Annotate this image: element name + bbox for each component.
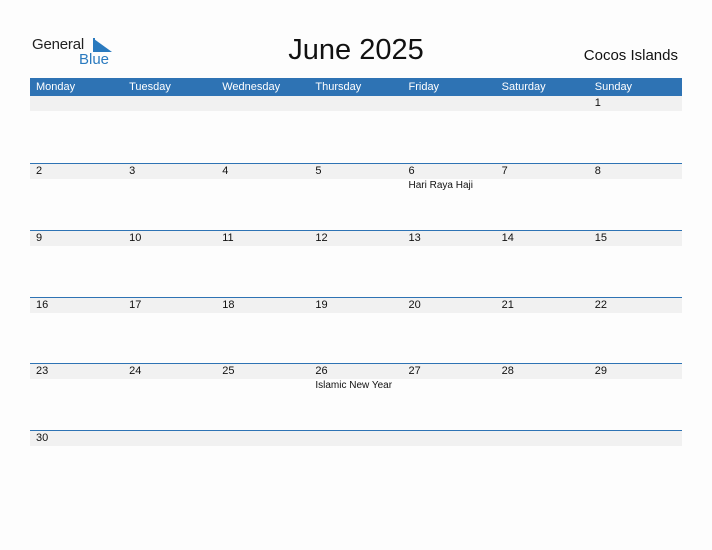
- weekday-wednesday: Wednesday: [222, 81, 281, 93]
- event-strip: Islamic New Year: [30, 379, 682, 392]
- day-number: 2: [36, 165, 43, 177]
- holiday-label: [123, 379, 216, 392]
- day-number: 20: [408, 299, 421, 311]
- day-number: 25: [222, 365, 235, 377]
- day-number: 3: [129, 165, 136, 177]
- day-number: [123, 96, 216, 111]
- weekday-header: Monday Tuesday Wednesday Thursday Friday…: [30, 78, 682, 96]
- day-number: [123, 431, 216, 446]
- day-number: 28: [501, 365, 514, 377]
- day-number: 12: [315, 232, 328, 244]
- week-row: 9 10 11 12 13 14 15: [30, 230, 682, 246]
- holiday-label: Islamic New Year: [315, 380, 393, 391]
- day-number: 5: [315, 165, 322, 177]
- holiday-label: [216, 179, 309, 192]
- day-number: 9: [36, 232, 43, 244]
- day-number: 14: [501, 232, 514, 244]
- day-number: 7: [501, 165, 508, 177]
- day-number: [496, 431, 589, 446]
- day-number: [403, 431, 496, 446]
- holiday-label: [496, 379, 589, 392]
- week-row: 1: [30, 96, 682, 111]
- day-number: 8: [594, 165, 601, 177]
- holiday-label: [496, 179, 589, 192]
- day-number: [216, 96, 309, 111]
- week-row: 16 17 18 19 20 21 22: [30, 297, 682, 313]
- day-number-strip: 30: [30, 431, 682, 446]
- day-number: 6: [408, 165, 415, 177]
- day-number: 15: [594, 232, 607, 244]
- holiday-label: [589, 379, 682, 392]
- day-number: [589, 431, 682, 446]
- holiday-label: [309, 179, 402, 192]
- day-number-strip: 1: [30, 96, 682, 111]
- day-number: 1: [594, 97, 601, 109]
- weekday-thursday: Thursday: [315, 81, 362, 93]
- holiday-label: [123, 179, 216, 192]
- day-number: 27: [408, 365, 421, 377]
- weekday-tuesday: Tuesday: [129, 81, 171, 93]
- day-number: 23: [36, 365, 49, 377]
- day-number: 19: [315, 299, 328, 311]
- day-number: 26: [315, 365, 328, 377]
- weekday-friday: Friday: [408, 81, 440, 93]
- country-label: Cocos Islands: [583, 47, 678, 64]
- day-number: 16: [36, 299, 49, 311]
- holiday-label: [30, 379, 123, 392]
- holiday-label: [589, 179, 682, 192]
- holiday-label: Hari Raya Haji: [408, 180, 473, 191]
- day-number: [309, 431, 402, 446]
- day-number: 21: [501, 299, 514, 311]
- weekday-saturday: Saturday: [501, 81, 546, 93]
- week-row: 23 24 25 26 27 28 29 Islamic New Year: [30, 363, 682, 392]
- day-number: 22: [594, 299, 607, 311]
- day-number: [403, 96, 496, 111]
- day-number: 18: [222, 299, 235, 311]
- day-number: [309, 96, 402, 111]
- holiday-label: [403, 379, 496, 392]
- weekday-sunday: Sunday: [594, 81, 633, 93]
- day-number-strip: 2 3 4 5 6 7 8: [30, 164, 682, 179]
- holiday-label: [216, 379, 309, 392]
- day-number: 29: [594, 365, 607, 377]
- week-row: 30: [30, 430, 682, 446]
- day-number: 11: [222, 232, 234, 244]
- day-number-strip: 23 24 25 26 27 28 29: [30, 364, 682, 379]
- day-number: [216, 431, 309, 446]
- day-number: 30: [36, 432, 49, 444]
- holiday-label: [30, 179, 123, 192]
- day-number: 24: [129, 365, 142, 377]
- weekday-monday: Monday: [36, 81, 76, 93]
- day-number: 17: [129, 299, 142, 311]
- day-number: 10: [129, 232, 142, 244]
- day-number: [30, 96, 123, 111]
- week-row: 2 3 4 5 6 7 8 Hari Raya Haji: [30, 163, 682, 192]
- day-number: 4: [222, 165, 229, 177]
- day-number-strip: 9 10 11 12 13 14 15: [30, 231, 682, 246]
- event-strip: Hari Raya Haji: [30, 179, 682, 192]
- day-number: [496, 96, 589, 111]
- day-number: 13: [408, 232, 421, 244]
- day-number-strip: 16 17 18 19 20 21 22: [30, 298, 682, 313]
